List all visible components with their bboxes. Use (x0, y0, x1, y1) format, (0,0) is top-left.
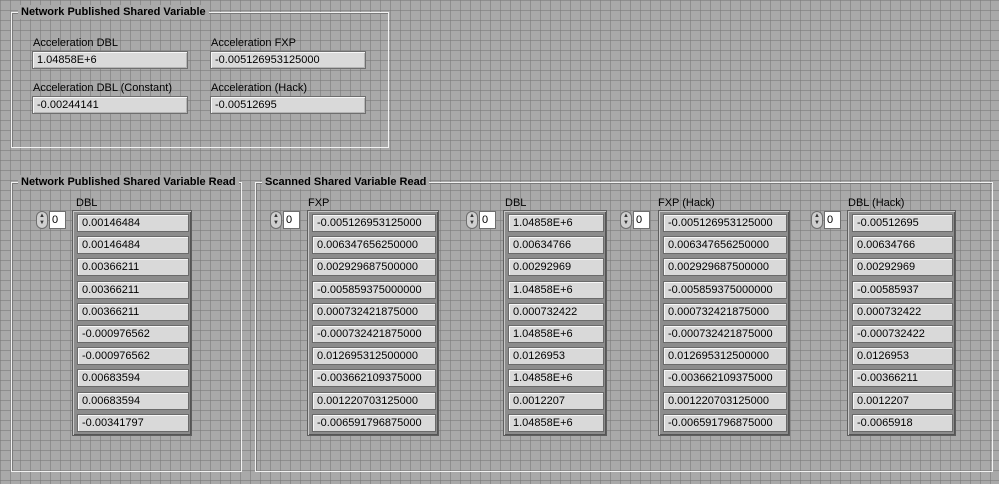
accel-fxp-label: Acceleration FXP (211, 37, 296, 49)
scanned-dbl-hack-element[interactable]: 0.0012207 (852, 392, 953, 410)
scanned-dbl-element[interactable]: 1.04858E+6 (508, 369, 604, 387)
scanned-fxp-index-value[interactable]: 0 (283, 211, 300, 229)
accel-dbl-label: Acceleration DBL (33, 37, 118, 49)
scanned-dbl-hack-element[interactable]: 0.00634766 (852, 236, 953, 254)
scanned-fxp-hack-element[interactable]: -0.006591796875000 (663, 414, 787, 432)
scanned-fxp-hack-element[interactable]: -0.005859375000000 (663, 281, 787, 299)
scanned-fxp-element[interactable]: -0.005859375000000 (312, 281, 436, 299)
npsv-read-dbl-array-frame: 0.00146484 0.00146484 0.00366211 0.00366211… (72, 210, 192, 436)
accel-dbl-constant-label: Acceleration DBL (Constant) (33, 82, 172, 94)
scanned-dbl-element[interactable]: 1.04858E+6 (508, 414, 604, 432)
npsv-read-dbl-index-value[interactable]: 0 (49, 211, 66, 229)
scanned-dbl-hack-element[interactable]: 0.000732422 (852, 303, 953, 321)
accel-fxp-indicator[interactable]: -0.005126953125000 (210, 51, 366, 69)
npsv-read-dbl-element[interactable]: -0.000976562 (77, 347, 189, 365)
scanned-fxp-element[interactable]: 0.006347656250000 (312, 236, 436, 254)
scanned-dbl-hack-array-label: DBL (Hack) (848, 197, 905, 209)
scanned-fxp-hack-element[interactable]: 0.012695312500000 (663, 347, 787, 365)
npsv-read-group-title: Network Published Shared Variable Read (18, 175, 239, 189)
scanned-fxp-hack-element[interactable]: -0.003662109375000 (663, 369, 787, 387)
scanned-fxp-hack-element[interactable]: 0.006347656250000 (663, 236, 787, 254)
scanned-dbl-hack-array-frame: -0.00512695 0.00634766 0.00292969 -0.005859… (847, 210, 956, 436)
scanned-fxp-hack-array-frame: -0.005126953125000 0.006347656250000 0.002… (658, 210, 790, 436)
scanned-dbl-array-frame: 1.04858E+6 0.00634766 0.00292969 1.04858E+6… (503, 210, 607, 436)
npsv-read-dbl-element[interactable]: 0.00146484 (77, 236, 189, 254)
scanned-dbl-element[interactable]: 0.000732422 (508, 303, 604, 321)
npsv-read-dbl-element[interactable]: 0.00366211 (77, 303, 189, 321)
scanned-dbl-element[interactable]: 0.00292969 (508, 258, 604, 276)
npsv-read-dbl-element[interactable]: -0.000976562 (77, 325, 189, 343)
npsv-group: Network Published Shared Variable (11, 5, 389, 148)
scanned-dbl-element[interactable]: 1.04858E+6 (508, 281, 604, 299)
scanned-fxp-hack-index-value[interactable]: 0 (633, 211, 650, 229)
scanned-fxp-element[interactable]: 0.001220703125000 (312, 392, 436, 410)
scanned-fxp-array-label: FXP (308, 197, 330, 209)
increment-decrement-icon[interactable]: ▲ ▼ (466, 211, 478, 229)
scanned-fxp-index-control[interactable]: ▲ ▼ 0 (270, 211, 302, 229)
scanned-dbl-hack-element[interactable]: -0.000732422 (852, 325, 953, 343)
npsv-read-dbl-element[interactable]: 0.00683594 (77, 392, 189, 410)
scanned-dbl-hack-element[interactable]: 0.0126953 (852, 347, 953, 365)
scanned-dbl-hack-element[interactable]: -0.0065918 (852, 414, 953, 432)
scanned-fxp-element[interactable]: -0.005126953125000 (312, 214, 436, 232)
npsv-read-dbl-index-control[interactable]: ▲ ▼ 0 (36, 211, 68, 229)
scanned-dbl-hack-element[interactable]: -0.00512695 (852, 214, 953, 232)
scanned-fxp-element[interactable]: 0.000732421875000 (312, 303, 436, 321)
scanned-dbl-element[interactable]: 0.0126953 (508, 347, 604, 365)
npsv-group-title: Network Published Shared Variable (18, 5, 209, 19)
npsv-read-dbl-element[interactable]: -0.00341797 (77, 414, 189, 432)
scanned-dbl-index-control[interactable]: ▲ ▼ 0 (466, 211, 498, 229)
increment-decrement-icon[interactable]: ▲ ▼ (811, 211, 823, 229)
scanned-dbl-hack-element[interactable]: -0.00585937 (852, 281, 953, 299)
npsv-read-dbl-element[interactable]: 0.00146484 (77, 214, 189, 232)
scanned-fxp-hack-element[interactable]: -0.000732421875000 (663, 325, 787, 343)
accel-dbl-indicator[interactable]: 1.04858E+6 (32, 51, 188, 69)
scanned-fxp-hack-element[interactable]: -0.005126953125000 (663, 214, 787, 232)
accel-dbl-constant-indicator[interactable]: -0.00244141 (32, 96, 188, 114)
scanned-fxp-hack-element[interactable]: 0.000732421875000 (663, 303, 787, 321)
increment-decrement-icon[interactable]: ▲ ▼ (620, 211, 632, 229)
npsv-read-dbl-array-label: DBL (76, 197, 98, 209)
scanned-dbl-hack-element[interactable]: 0.00292969 (852, 258, 953, 276)
scanned-fxp-hack-element[interactable]: 0.002929687500000 (663, 258, 787, 276)
npsv-read-dbl-element[interactable]: 0.00683594 (77, 369, 189, 387)
accel-hack-indicator[interactable]: -0.00512695 (210, 96, 366, 114)
scanned-fxp-element[interactable]: -0.003662109375000 (312, 369, 436, 387)
scanned-dbl-element[interactable]: 0.0012207 (508, 392, 604, 410)
scanned-fxp-element[interactable]: 0.002929687500000 (312, 258, 436, 276)
scanned-fxp-hack-array-label: FXP (Hack) (658, 197, 715, 209)
npsv-read-dbl-element[interactable]: 0.00366211 (77, 281, 189, 299)
scanned-dbl-hack-index-control[interactable]: ▲ ▼ 0 (811, 211, 843, 229)
scanned-fxp-hack-index-control[interactable]: ▲ ▼ 0 (620, 211, 652, 229)
scanned-fxp-element[interactable]: -0.006591796875000 (312, 414, 436, 432)
scanned-dbl-hack-element[interactable]: -0.00366211 (852, 369, 953, 387)
scanned-dbl-array-label: DBL (505, 197, 527, 209)
scanned-fxp-element[interactable]: 0.012695312500000 (312, 347, 436, 365)
increment-decrement-icon[interactable]: ▲ ▼ (270, 211, 282, 229)
scanned-group-title: Scanned Shared Variable Read (262, 175, 430, 189)
npsv-read-dbl-element[interactable]: 0.00366211 (77, 258, 189, 276)
scanned-fxp-hack-element[interactable]: 0.001220703125000 (663, 392, 787, 410)
accel-hack-label: Acceleration (Hack) (211, 82, 307, 94)
scanned-fxp-array-frame: -0.005126953125000 0.006347656250000 0.002… (307, 210, 439, 436)
scanned-dbl-element[interactable]: 1.04858E+6 (508, 325, 604, 343)
scanned-dbl-element[interactable]: 0.00634766 (508, 236, 604, 254)
scanned-dbl-hack-index-value[interactable]: 0 (824, 211, 841, 229)
increment-decrement-icon[interactable]: ▲ ▼ (36, 211, 48, 229)
scanned-dbl-element[interactable]: 1.04858E+6 (508, 214, 604, 232)
scanned-fxp-element[interactable]: -0.000732421875000 (312, 325, 436, 343)
scanned-dbl-index-value[interactable]: 0 (479, 211, 496, 229)
